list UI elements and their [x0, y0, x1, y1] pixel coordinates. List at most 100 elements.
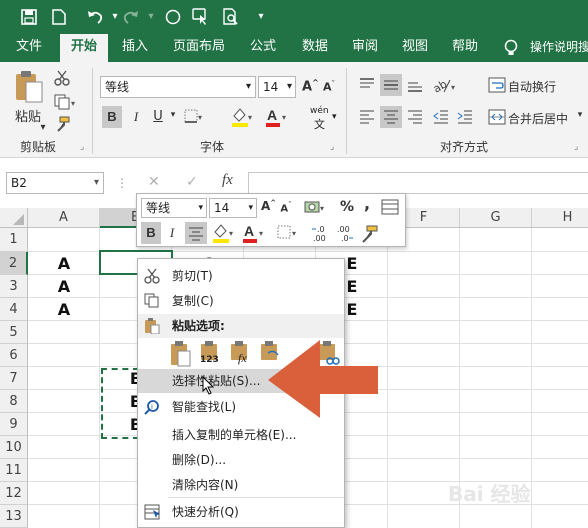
paste-dropdown-icon[interactable]: ▾	[36, 122, 50, 133]
mini-percent-button[interactable]: %	[339, 199, 355, 215]
mini-fill-color-icon[interactable]: ▾	[211, 222, 237, 244]
tab-data[interactable]: 数据	[292, 34, 338, 62]
mini-format-table-icon[interactable]	[381, 199, 399, 215]
tab-help[interactable]: 帮助	[442, 34, 488, 62]
row-header[interactable]: 7	[0, 367, 28, 390]
paste-default-icon[interactable]	[170, 341, 192, 367]
menu-item-clear-contents[interactable]: 清除内容(N)	[138, 473, 344, 497]
font-name-select[interactable]: 等线 ▾	[100, 76, 256, 98]
row-header[interactable]: 6	[0, 344, 28, 367]
borders-icon[interactable]: ▾	[184, 108, 204, 126]
increase-font-icon[interactable]: A^	[302, 78, 319, 94]
tab-page-layout[interactable]: 页面布局	[168, 34, 230, 62]
menu-item-copy[interactable]: 复制(C)	[138, 289, 344, 313]
mini-align-center-icon[interactable]	[185, 222, 207, 244]
cut-icon[interactable]	[54, 70, 70, 86]
merge-center-icon[interactable]	[488, 108, 506, 126]
paste-formulas-icon[interactable]: fx	[230, 341, 254, 367]
mini-font-size-select[interactable]: 14 ▾	[209, 198, 257, 218]
select-all-corner[interactable]	[0, 208, 28, 228]
name-box[interactable]: B2 ▾	[6, 172, 104, 194]
tab-home[interactable]: 开始	[60, 34, 108, 62]
row-header[interactable]: 12	[0, 482, 28, 505]
row-header[interactable]: 13	[0, 505, 28, 528]
save-icon[interactable]	[18, 6, 40, 28]
alignment-launcher-icon[interactable]: ⌟	[574, 142, 578, 152]
mini-bold-button[interactable]: B	[141, 222, 161, 244]
underline-button[interactable]: U	[150, 106, 166, 128]
cell-a3[interactable]: A	[28, 275, 100, 298]
mini-comma-button[interactable]: ,	[361, 194, 373, 213]
copy-icon[interactable]: ▾	[54, 94, 76, 110]
tab-view[interactable]: 视图	[392, 34, 438, 62]
row-header[interactable]: 10	[0, 436, 28, 459]
align-center-icon[interactable]	[380, 106, 402, 128]
circle-shape-icon[interactable]	[162, 6, 184, 28]
font-color-icon[interactable]: A ▾	[264, 106, 288, 128]
align-bottom-icon[interactable]	[406, 76, 424, 94]
wrap-text-button[interactable]: 自动换行	[508, 78, 568, 95]
tell-me-search[interactable]: 操作说明搜	[530, 34, 588, 62]
decrease-indent-icon[interactable]	[432, 108, 450, 126]
mini-increase-font-icon[interactable]: A^	[261, 199, 276, 213]
fill-color-icon[interactable]: ▾	[230, 106, 254, 128]
merge-center-button[interactable]: 合并后居中	[508, 110, 582, 127]
row-header[interactable]: 11	[0, 459, 28, 482]
orientation-icon[interactable]: ab ▾	[431, 76, 458, 95]
tab-review[interactable]: 审阅	[342, 34, 388, 62]
row-header[interactable]: 9	[0, 413, 28, 436]
format-painter-icon[interactable]	[54, 116, 70, 132]
row-header[interactable]: 2	[0, 252, 28, 275]
row-header[interactable]: 1	[0, 228, 28, 252]
wrap-text-icon[interactable]	[488, 76, 506, 94]
row-header[interactable]: 4	[0, 298, 28, 321]
column-header[interactable]: H	[532, 208, 588, 228]
underline-dropdown-icon[interactable]: ▾	[168, 110, 178, 120]
paste-icon[interactable]	[14, 70, 44, 104]
merge-dropdown-icon[interactable]: ▾	[574, 110, 586, 120]
column-header[interactable]: G	[460, 208, 532, 228]
undo-icon[interactable]	[84, 6, 106, 28]
cell-a2[interactable]: A	[28, 252, 100, 275]
mini-format-painter-icon[interactable]	[359, 224, 379, 244]
menu-item-insert-copied-cells[interactable]: 插入复制的单元格(E)...	[138, 423, 344, 447]
row-header[interactable]: 3	[0, 275, 28, 298]
print-preview-icon[interactable]	[220, 6, 242, 28]
paste-values-icon[interactable]: 123	[200, 341, 224, 367]
tab-file[interactable]: 文件	[6, 34, 52, 62]
font-size-select[interactable]: 14 ▾	[258, 76, 296, 98]
tab-formulas[interactable]: 公式	[240, 34, 286, 62]
align-right-icon[interactable]	[406, 108, 424, 126]
mini-borders-icon[interactable]: ▾	[277, 224, 299, 242]
mini-decrease-decimal-icon[interactable]: .00.0	[335, 224, 355, 244]
decrease-font-icon[interactable]: Aˇ	[322, 80, 336, 94]
menu-item-quick-analysis[interactable]: 快速分析(Q)	[138, 500, 344, 524]
touch-mode-icon[interactable]	[190, 6, 212, 28]
align-top-icon[interactable]	[358, 76, 376, 94]
italic-button[interactable]: I	[128, 106, 144, 128]
column-header[interactable]: A	[28, 208, 100, 228]
mini-decrease-font-icon[interactable]: Aˇ	[279, 201, 293, 214]
phonetic-guide-icon[interactable]: wén 文 ▾	[310, 106, 340, 131]
mini-font-color-icon[interactable]: A ▾	[241, 222, 267, 244]
lightbulb-icon[interactable]	[504, 39, 520, 57]
increase-indent-icon[interactable]	[456, 108, 474, 126]
mini-increase-decimal-icon[interactable]: .0.00	[311, 224, 331, 244]
bold-button[interactable]: B	[102, 106, 122, 128]
menu-item-delete[interactable]: 删除(D)...	[138, 448, 344, 472]
font-launcher-icon[interactable]: ⌟	[330, 142, 334, 152]
mini-italic-button[interactable]: I	[165, 222, 179, 244]
align-left-icon[interactable]	[358, 108, 376, 126]
row-header[interactable]: 8	[0, 390, 28, 413]
align-middle-icon[interactable]	[380, 74, 402, 96]
new-file-icon[interactable]	[48, 6, 70, 28]
customize-toolbar-icon[interactable]: ▾	[250, 6, 272, 28]
mini-font-name-select[interactable]: 等线 ▾	[141, 198, 207, 218]
row-header[interactable]: 5	[0, 321, 28, 344]
tab-insert[interactable]: 插入	[112, 34, 158, 62]
clipboard-launcher-icon[interactable]: ⌟	[80, 142, 84, 152]
mini-number-format-icon[interactable]: ▾	[303, 198, 327, 218]
formula-input[interactable]	[248, 172, 588, 194]
menu-item-cut[interactable]: 剪切(T)	[138, 264, 344, 288]
cell-a4[interactable]: A	[28, 298, 100, 321]
